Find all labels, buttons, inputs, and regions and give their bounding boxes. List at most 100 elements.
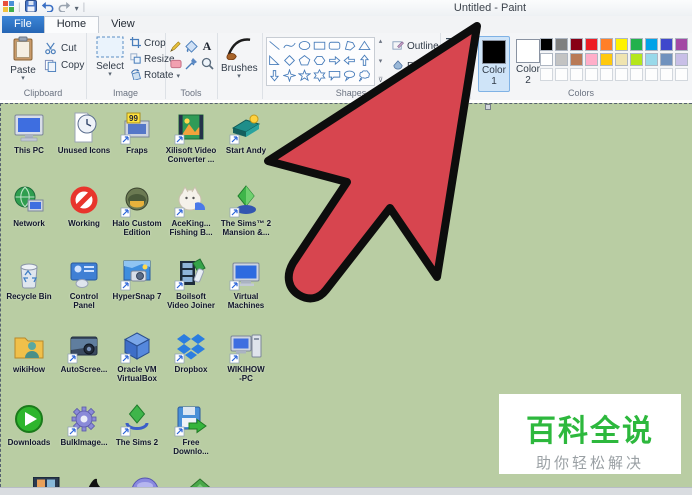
- shape-curve-icon[interactable]: [282, 38, 297, 53]
- brushes-button[interactable]: Brushes ▾: [221, 36, 258, 80]
- desktop-icon-play-green[interactable]: Downloads: [2, 403, 56, 447]
- palette-swatch-empty[interactable]: [645, 68, 658, 81]
- palette-swatch[interactable]: [540, 53, 553, 66]
- desktop-icon-sims-swirl[interactable]: The Sims 2: [110, 403, 164, 447]
- palette-swatch-empty[interactable]: [630, 68, 643, 81]
- shape-arrow-left-icon[interactable]: [342, 53, 357, 68]
- select-dropdown-icon[interactable]: ▾: [92, 71, 128, 78]
- shapes-scroll-down-icon[interactable]: ▾: [379, 57, 383, 65]
- desktop-icon-ban[interactable]: Working: [57, 184, 111, 228]
- crop-button[interactable]: Crop: [130, 36, 166, 51]
- copy-button[interactable]: Copy: [42, 58, 84, 73]
- tab-file[interactable]: File: [2, 16, 44, 33]
- desktop-icon-film-glue[interactable]: Boilsoft Video Joiner: [164, 257, 218, 310]
- desktop-icon-virtualbox-cube[interactable]: Oracle VM VirtualBox: [110, 330, 164, 383]
- shape-pentagon-icon[interactable]: [297, 53, 312, 68]
- pasted-image-canvas[interactable]: 百科全说 助你轻松解决 This PC Unused Icons 99 Fraps Xi…: [0, 103, 692, 491]
- desktop-icon-film-photo[interactable]: Xilisoft Video Converter ...: [164, 111, 218, 164]
- shape-callout-cloud-icon[interactable]: [357, 68, 372, 83]
- shape-line-icon[interactable]: [267, 38, 282, 53]
- fill-dropdown-icon[interactable]: ▾: [423, 63, 427, 71]
- palette-swatch-empty[interactable]: [600, 68, 613, 81]
- palette-swatch[interactable]: [585, 38, 598, 51]
- palette-swatch[interactable]: [555, 38, 568, 51]
- palette-swatch[interactable]: [660, 38, 673, 51]
- save-icon[interactable]: [24, 0, 37, 17]
- redo-icon[interactable]: [58, 0, 71, 17]
- desktop-icon-folder-person[interactable]: wikiHow: [2, 330, 56, 374]
- palette-swatch[interactable]: [645, 38, 658, 51]
- palette-swatch[interactable]: [645, 53, 658, 66]
- desktop-icon-book-green[interactable]: Start Andy: [219, 111, 273, 155]
- shape-arrow-up-icon[interactable]: [357, 53, 372, 68]
- palette-swatch[interactable]: [585, 53, 598, 66]
- paste-button[interactable]: Paste ▾: [5, 36, 41, 82]
- palette-swatch[interactable]: [570, 38, 583, 51]
- palette-swatch[interactable]: [630, 53, 643, 66]
- desktop-icon-dropbox[interactable]: Dropbox: [164, 330, 218, 374]
- desktop-icon-floppy-arrow[interactable]: Free Downlo...: [164, 403, 218, 456]
- palette-swatch[interactable]: [555, 53, 568, 66]
- desktop-icon-monitor-badge[interactable]: 99 Fraps: [110, 111, 164, 155]
- desktop-icon-blue-screen[interactable]: Virtual Machines: [219, 257, 273, 310]
- shape-star-5-icon[interactable]: [297, 68, 312, 83]
- shape-diamond-icon[interactable]: [282, 53, 297, 68]
- shapes-more-icon[interactable]: ⊽: [378, 76, 383, 84]
- cut-button[interactable]: Cut: [42, 41, 77, 56]
- desktop-icon-sims-plumbob[interactable]: The Sims™ 2 Mansion &...: [219, 184, 273, 237]
- desktop-icon-globe-monitor[interactable]: Network: [2, 184, 56, 228]
- text-tool-icon[interactable]: A: [199, 39, 215, 54]
- desktop-icon-document-clock[interactable]: Unused Icons: [57, 111, 111, 155]
- palette-swatch-empty[interactable]: [540, 68, 553, 81]
- shape-oval-icon[interactable]: [297, 38, 312, 53]
- paste-dropdown-icon[interactable]: ▾: [5, 75, 41, 82]
- shape-arrow-down-icon[interactable]: [267, 68, 282, 83]
- palette-swatch-empty[interactable]: [660, 68, 673, 81]
- palette-swatch-empty[interactable]: [675, 68, 688, 81]
- palette-swatch[interactable]: [600, 53, 613, 66]
- color1-button[interactable]: Color 1: [478, 36, 510, 92]
- shape-callout-rectangle-icon[interactable]: [327, 68, 342, 83]
- palette-swatch[interactable]: [675, 53, 688, 66]
- shape-polygon-icon[interactable]: [342, 38, 357, 53]
- palette-swatch[interactable]: [615, 53, 628, 66]
- shape-arrow-right-icon[interactable]: [327, 53, 342, 68]
- palette-swatch[interactable]: [675, 38, 688, 51]
- palette-swatch[interactable]: [630, 38, 643, 51]
- fill-button[interactable]: Fill ▾: [392, 59, 426, 74]
- eraser-tool-icon[interactable]: [167, 56, 183, 71]
- palette-swatch-empty[interactable]: [585, 68, 598, 81]
- desktop-icon-gear-purple[interactable]: BulkImage...: [57, 403, 111, 447]
- tab-view[interactable]: View: [99, 16, 147, 33]
- shapes-scroll-up-icon[interactable]: ▴: [379, 37, 383, 45]
- palette-swatch[interactable]: [615, 38, 628, 51]
- shape-triangle-icon[interactable]: [357, 38, 372, 53]
- palette-swatch[interactable]: [570, 53, 583, 66]
- shape-right-triangle-icon[interactable]: [267, 53, 282, 68]
- desktop-icon-soldier[interactable]: Halo Custom Edition: [110, 184, 164, 237]
- desktop-icon-recycle-bin[interactable]: Recycle Bin: [2, 257, 56, 301]
- outline-button[interactable]: Outline ▾: [392, 39, 445, 54]
- magnifier-tool-icon[interactable]: [199, 56, 215, 71]
- desktop-icon-control-panel[interactable]: Control Panel: [57, 257, 111, 310]
- desktop-icon-monitor[interactable]: This PC: [2, 111, 56, 155]
- shape-rectangle-icon[interactable]: [312, 38, 327, 53]
- selection-handle[interactable]: [485, 104, 491, 110]
- palette-swatch-empty[interactable]: [570, 68, 583, 81]
- qat-dropdown-icon[interactable]: ▾: [75, 4, 79, 13]
- shape-star-4-icon[interactable]: [282, 68, 297, 83]
- size-button[interactable]: [445, 37, 463, 52]
- shape-hexagon-icon[interactable]: [312, 53, 327, 68]
- shape-callout-oval-icon[interactable]: [342, 68, 357, 83]
- color-picker-tool-icon[interactable]: [183, 56, 199, 71]
- fill-bucket-tool-icon[interactable]: [183, 39, 199, 54]
- pencil-tool-icon[interactable]: [167, 39, 183, 54]
- select-button[interactable]: Select ▾: [92, 36, 128, 78]
- shape-star-6-icon[interactable]: [312, 68, 327, 83]
- desktop-icon-computer[interactable]: WIKIHOW -PC: [219, 330, 273, 383]
- shape-rounded-rectangle-icon[interactable]: [327, 38, 342, 53]
- desktop-icon-camera-screen[interactable]: HyperSnap 7: [110, 257, 164, 301]
- brushes-dropdown-icon[interactable]: ▾: [221, 73, 257, 80]
- shapes-scrollbar[interactable]: ▴ ▾ ⊽: [375, 37, 386, 84]
- palette-swatch[interactable]: [600, 38, 613, 51]
